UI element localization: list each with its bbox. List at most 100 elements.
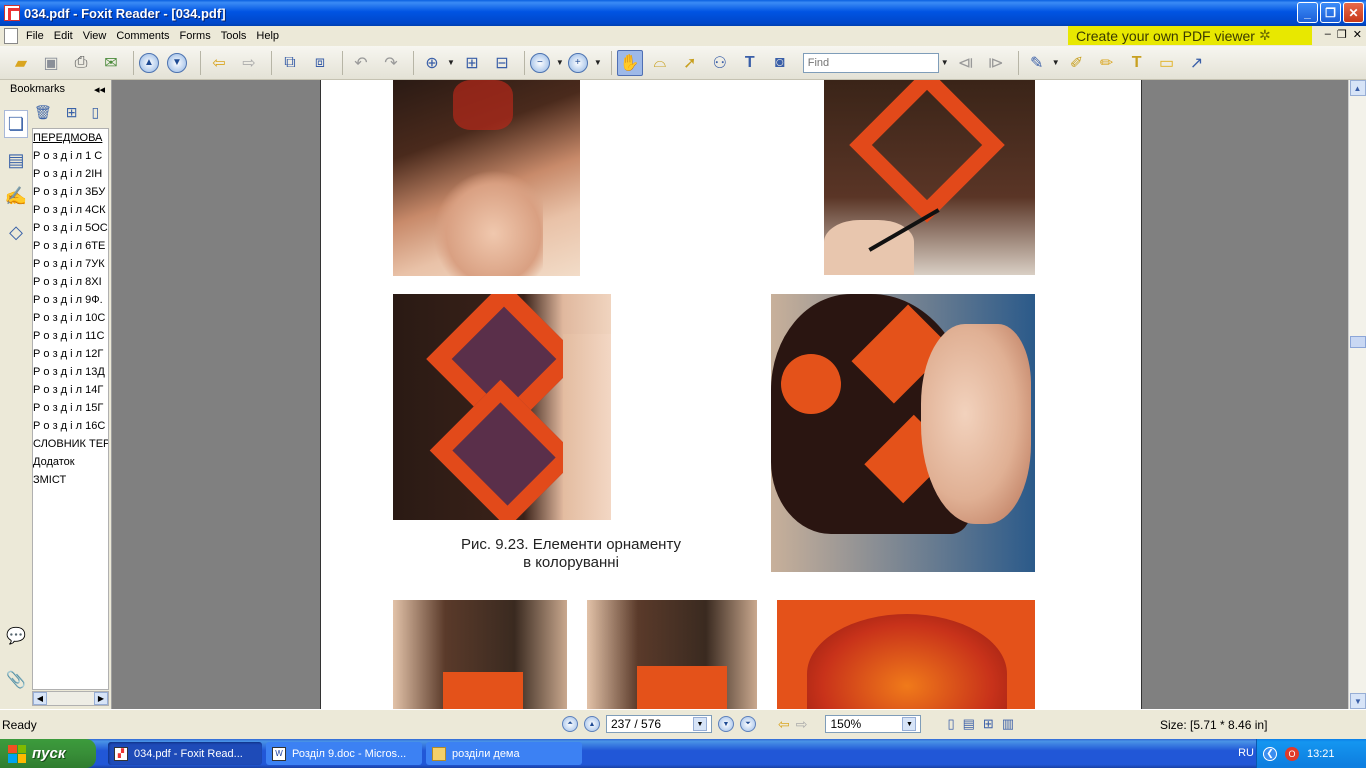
bookmark-options-icon[interactable]: ▯ <box>92 104 100 121</box>
single-page-icon[interactable]: ▯ <box>947 716 954 732</box>
extract-pages-icon[interactable]: ⧉ <box>277 50 303 76</box>
opera-tray-icon[interactable]: O <box>1285 746 1299 761</box>
doc-close-button[interactable]: ✕ <box>1353 28 1362 41</box>
open-folder-icon[interactable]: ▰ <box>8 50 34 76</box>
forward-arrow-icon[interactable]: ⇨ <box>236 50 262 76</box>
print-icon[interactable]: ⎙ <box>68 50 94 76</box>
bookmark-item[interactable]: Р о з д і л 11С <box>33 327 108 345</box>
menu-comments[interactable]: Comments <box>112 30 175 42</box>
pencil-icon[interactable]: ✏ <box>1094 50 1120 76</box>
minimize-button[interactable]: _ <box>1297 2 1318 23</box>
find-previous-icon[interactable]: ⧏ <box>953 50 979 76</box>
menu-help[interactable]: Help <box>252 30 285 42</box>
stamp-icon[interactable]: ✐ <box>1064 50 1090 76</box>
hand-tool-icon[interactable]: ✋ <box>616 49 643 76</box>
chevron-down-icon[interactable]: ▼ <box>1052 58 1060 67</box>
comments-panel-icon[interactable]: 💬 <box>6 626 26 646</box>
menu-forms[interactable]: Forms <box>176 30 217 42</box>
chevron-down-icon[interactable]: ▼ <box>693 717 707 731</box>
loupe-icon[interactable]: ⌓ <box>647 50 673 76</box>
go-back-icon[interactable]: ⇦ <box>778 716 790 733</box>
continuous-facing-icon[interactable]: ▥ <box>1002 716 1014 732</box>
fit-page-icon[interactable]: ⊞ <box>459 50 485 76</box>
prev-page-icon[interactable]: ▲ <box>584 716 600 732</box>
chevron-down-icon[interactable]: ▼ <box>902 717 917 731</box>
scroll-right-icon[interactable]: ▶ <box>94 692 108 705</box>
facing-pages-icon[interactable]: ⊞ <box>983 716 994 732</box>
bookmark-item[interactable]: Р о з д і л 3БУ <box>33 183 108 201</box>
bookmark-item[interactable]: Р о з д і л 4СК <box>33 201 108 219</box>
snapshot-camera-icon[interactable]: ◙ <box>767 50 793 76</box>
select-arrow-icon[interactable]: ➚ <box>677 50 703 76</box>
binoculars-icon[interactable]: ⚇ <box>707 50 733 76</box>
scroll-left-icon[interactable]: ◀ <box>33 692 47 705</box>
menu-file[interactable]: File <box>22 30 50 42</box>
fit-width-icon[interactable]: ⊟ <box>489 50 515 76</box>
vertical-scrollbar[interactable]: ▲ ▼ <box>1348 80 1366 709</box>
taskbar-item-foxit[interactable]: ▞ 034.pdf - Foxit Read... <box>108 742 262 765</box>
bookmark-item[interactable]: Додаток <box>33 453 108 471</box>
bookmark-horizontal-scrollbar[interactable]: ◀ ▶ <box>32 691 109 706</box>
save-icon[interactable]: ▣ <box>38 50 64 76</box>
chevron-down-icon[interactable]: ▼ <box>594 58 602 67</box>
bookmark-item[interactable]: Р о з д і л 7УК <box>33 255 108 273</box>
signatures-tab-icon[interactable]: ✍ <box>4 182 28 210</box>
previous-page-icon[interactable]: ▲ <box>139 52 159 73</box>
find-input[interactable] <box>802 52 939 73</box>
zoom-in-icon[interactable]: ⊕ <box>419 50 445 76</box>
taskbar-item-folder[interactable]: розділи дема <box>426 742 582 765</box>
text-select-icon[interactable]: T <box>737 50 763 76</box>
language-indicator[interactable]: RU <box>1238 747 1254 759</box>
scroll-up-icon[interactable]: ▲ <box>1349 80 1366 96</box>
doc-restore-button[interactable]: ❐ <box>1337 28 1347 41</box>
delete-bookmark-icon[interactable]: 🗑 <box>34 104 52 121</box>
bookmark-item[interactable]: Р о з д і л 2ІН <box>33 165 108 183</box>
bookmark-item[interactable]: ПЕРЕДМОВА <box>33 129 108 147</box>
layers-tab-icon[interactable]: ◇ <box>4 218 28 246</box>
zoom-plus-icon[interactable]: + <box>567 52 588 73</box>
bookmark-item[interactable]: Р о з д і л 8ХІ <box>33 273 108 291</box>
redo-icon[interactable]: ↷ <box>378 50 404 76</box>
bookmark-item[interactable]: Р о з д і л 14Г <box>33 381 108 399</box>
bookmark-item[interactable]: ЗМІСТ <box>33 471 108 489</box>
insert-pages-icon[interactable]: ⧈ <box>307 50 333 76</box>
doc-minimize-button[interactable]: – <box>1325 28 1331 41</box>
taskbar-item-word[interactable]: W Розділ 9.doc - Micros... <box>266 742 422 765</box>
next-page-status-icon[interactable]: ▼ <box>718 716 734 732</box>
pages-tab-icon[interactable]: ▤ <box>4 146 28 174</box>
arrow-tool-icon[interactable]: ↗ <box>1184 50 1210 76</box>
comment-tool-icon[interactable]: ✎ <box>1024 50 1050 76</box>
bookmark-item[interactable]: Р о з д і л 9Ф. <box>33 291 108 309</box>
email-icon[interactable]: ✉ <box>98 50 124 76</box>
find-next-icon[interactable]: ⧐ <box>983 50 1009 76</box>
first-page-icon[interactable]: ⏶ <box>562 716 578 732</box>
attachments-paperclip-icon[interactable]: 📎 <box>6 670 26 690</box>
continuous-page-icon[interactable]: ▤ <box>963 716 975 732</box>
collapse-panel-icon[interactable]: ◂◂ <box>94 83 105 96</box>
bookmark-item[interactable]: Р о з д і л 13Д <box>33 363 108 381</box>
scroll-down-icon[interactable]: ▼ <box>1350 693 1366 709</box>
bookmarks-tab-icon[interactable]: ❏ <box>4 110 28 138</box>
go-forward-icon[interactable]: ⇨ <box>796 716 808 733</box>
add-bookmark-icon[interactable]: ⊞ <box>66 104 78 121</box>
typewriter-icon[interactable]: T <box>1124 50 1150 76</box>
chevron-down-icon[interactable]: ▼ <box>941 58 949 67</box>
menu-view[interactable]: View <box>79 30 113 42</box>
foxit-app-icon[interactable] <box>4 5 20 21</box>
bookmark-item[interactable]: Р о з д і л 15Г <box>33 399 108 417</box>
document-view[interactable]: Рис. 9.23. Елементи орнаменту в колорува… <box>112 80 1348 709</box>
zoom-out-icon[interactable]: − <box>529 52 550 73</box>
zoom-level-field[interactable]: 150% ▼ <box>825 715 922 733</box>
note-icon[interactable]: ▭ <box>1154 50 1180 76</box>
chevron-down-icon[interactable]: ▼ <box>447 58 455 67</box>
tray-expand-icon[interactable]: ❮ <box>1263 746 1277 761</box>
restore-button[interactable]: ❐ <box>1320 2 1341 23</box>
bookmark-item[interactable]: СЛОВНИК ТЕР <box>33 435 108 453</box>
clock[interactable]: 13:21 <box>1307 748 1335 760</box>
chevron-down-icon[interactable]: ▼ <box>556 58 564 67</box>
bookmark-item[interactable]: Р о з д і л 10С <box>33 309 108 327</box>
bookmark-item[interactable]: Р о з д і л 6ТЕ <box>33 237 108 255</box>
bookmark-item[interactable]: Р о з д і л 16С <box>33 417 108 435</box>
last-page-icon[interactable]: ⏷ <box>740 716 756 732</box>
bookmark-item[interactable]: Р о з д і л 12Г <box>33 345 108 363</box>
